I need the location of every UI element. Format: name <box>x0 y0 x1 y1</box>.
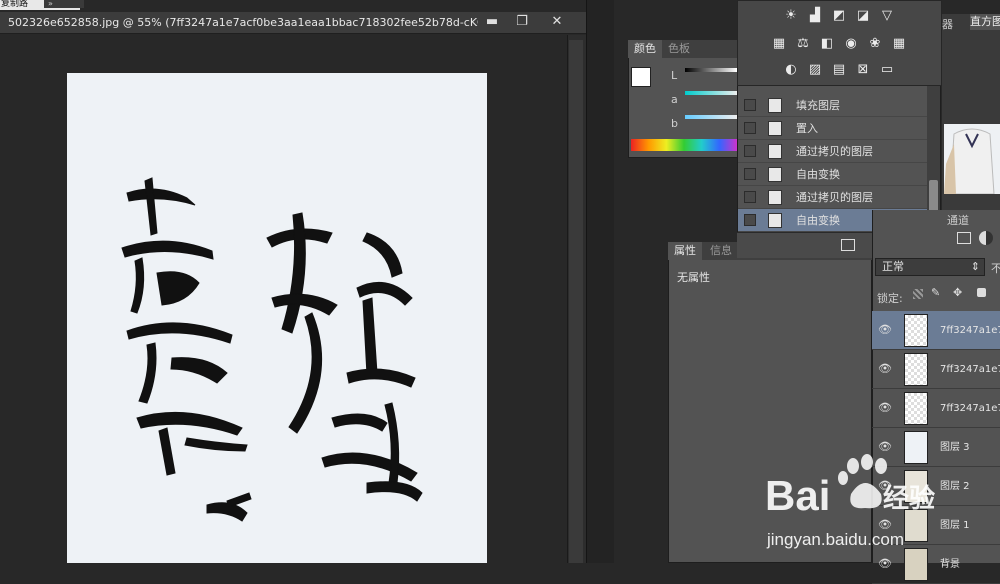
brightness-icon[interactable]: ☀ <box>782 9 800 23</box>
history-state-icon <box>768 190 782 205</box>
history-item[interactable]: 自由变换 <box>738 163 928 186</box>
watermark-brand-cn: 经验 <box>883 484 936 514</box>
history-item[interactable]: 置入 <box>738 117 928 140</box>
layer-name: 7ff3247a1e7acf <box>940 364 1000 375</box>
foreground-swatch[interactable] <box>631 67 651 87</box>
threshold-icon[interactable]: ▤ <box>830 63 848 77</box>
document-title: 502326e652858.jpg @ 55% (7ff3247a1e7acf0… <box>8 16 478 29</box>
layer-thumbnail <box>904 314 928 347</box>
history-checkbox[interactable] <box>744 191 756 203</box>
balance-icon[interactable]: ⚖ <box>794 37 812 51</box>
close-button[interactable]: ✕ <box>540 12 574 32</box>
visibility-eye-icon[interactable]: 👁 <box>878 362 892 376</box>
grid-lookup-icon[interactable]: ▦ <box>890 37 908 51</box>
history-checkbox[interactable] <box>744 122 756 134</box>
history-item-label: 置入 <box>796 122 818 135</box>
tab-info[interactable]: 信息 <box>704 242 738 260</box>
history-item[interactable]: 填充图层 <box>738 94 928 117</box>
history-checkbox[interactable] <box>744 145 756 157</box>
history-state-icon <box>768 121 782 136</box>
new-document-icon[interactable] <box>841 239 855 251</box>
b-slider[interactable] <box>685 115 737 119</box>
lock-move-icon[interactable]: ✥ <box>953 286 962 299</box>
tab-properties[interactable]: 属性 <box>668 242 702 260</box>
visibility-eye-icon[interactable]: 👁 <box>878 323 892 337</box>
history-item-label: 填充图层 <box>796 99 840 112</box>
opacity-label: 不 <box>991 262 1000 275</box>
a-slider[interactable] <box>685 91 737 95</box>
invert-icon[interactable]: ◐ <box>782 63 800 77</box>
history-item-label: 通过拷贝的图层 <box>796 145 873 158</box>
history-checkbox[interactable] <box>744 99 756 111</box>
person-thumbnail-icon <box>944 128 995 195</box>
layer-row[interactable]: 👁 7ff3247a1e7acf <box>872 389 1000 428</box>
color-panel-tabs: 颜色 色板 <box>628 40 740 58</box>
bw-icon[interactable]: ◧ <box>818 37 836 51</box>
lock-brush-icon[interactable]: ✎ <box>931 286 940 299</box>
baidu-watermark: Bai 经验 jingyan.baidu.com <box>765 452 1000 563</box>
layer-row[interactable]: 👁 7ff3247a1e7acf <box>872 311 1000 350</box>
history-item-label: 通过拷贝的图层 <box>796 191 873 204</box>
history-scrollbar-thumb[interactable] <box>929 180 938 214</box>
photo-filter-icon[interactable]: ◉ <box>842 37 860 51</box>
canvas-page[interactable] <box>67 73 487 563</box>
history-state-icon <box>768 144 782 159</box>
levels-icon[interactable]: ▟ <box>806 9 824 23</box>
history-state-icon <box>768 213 782 228</box>
adjustments-panel: ☀ ▟ ◩ ◪ ▽ ▦ ⚖ ◧ ◉ ❀ ▦ ◐ ▨ ▤ ⊠ ▭ <box>737 0 942 86</box>
tab-color[interactable]: 颜色 <box>628 40 662 58</box>
exposure-icon[interactable]: ◪ <box>854 9 872 23</box>
channel-mixer-icon[interactable]: ❀ <box>866 37 884 51</box>
watermark-brand: Bai <box>765 472 831 519</box>
channel-a-label: a <box>671 93 678 106</box>
lock-all-icon[interactable] <box>977 288 986 297</box>
tab-histogram[interactable]: 直方图 <box>970 14 1000 30</box>
color-ramp[interactable] <box>631 139 737 151</box>
blend-mode-select[interactable]: 正常 ⇕ <box>875 258 985 276</box>
tab-channels[interactable]: 通道 <box>947 212 969 228</box>
history-state-icon <box>768 167 782 182</box>
history-checkbox[interactable] <box>744 214 756 226</box>
tab-navigator[interactable]: 器 <box>942 16 953 32</box>
scrollbar-thumb[interactable] <box>569 40 583 563</box>
gradient-map-icon[interactable]: ▭ <box>878 63 896 77</box>
history-checkbox[interactable] <box>744 168 756 180</box>
posterize-icon[interactable]: ▨ <box>806 63 824 77</box>
image-icon[interactable] <box>957 232 971 244</box>
blend-mode-value: 正常 <box>882 260 904 273</box>
layer-thumbnail <box>904 353 928 386</box>
layer-name: 7ff3247a1e7acf <box>940 403 1000 414</box>
history-item[interactable]: 通过拷贝的图层 <box>738 140 928 163</box>
triangle-icon[interactable]: ▽ <box>878 9 896 23</box>
history-state-icon <box>768 98 782 113</box>
minimize-button[interactable]: ▬ <box>478 12 506 32</box>
history-item[interactable]: 通过拷贝的图层 <box>738 186 928 209</box>
layer-thumbnail <box>904 392 928 425</box>
channel-b-label: b <box>671 117 678 130</box>
tab-swatches[interactable]: 色板 <box>662 40 696 58</box>
l-slider[interactable] <box>685 68 737 72</box>
history-item-label: 自由变换 <box>796 168 840 181</box>
lock-transparency-icon[interactable] <box>913 289 923 299</box>
channel-l-label: L <box>671 69 678 82</box>
history-item-label: 自由变换 <box>796 214 840 227</box>
layer-name: 7ff3247a1e7acf <box>940 325 1000 336</box>
watermark-url: jingyan.baidu.com <box>767 530 905 549</box>
visibility-eye-icon[interactable]: 👁 <box>878 401 892 415</box>
panel-separator <box>586 0 614 563</box>
curves-icon[interactable]: ◩ <box>830 9 848 23</box>
adjustment-layer-icon[interactable] <box>979 231 993 245</box>
layer-row[interactable]: 👁 7ff3247a1e7acf <box>872 350 1000 389</box>
navigator-thumbnail[interactable] <box>944 124 1000 195</box>
chevron-down-icon: ⇕ <box>970 260 980 273</box>
lock-label: 锁定: <box>877 292 903 305</box>
no-properties-text: 无属性 <box>677 271 710 284</box>
vibrance-icon[interactable]: ▦ <box>770 37 788 51</box>
selective-color-icon[interactable]: ⊠ <box>854 63 872 77</box>
calligraphy-artwork <box>121 177 423 522</box>
restore-button[interactable]: ❐ <box>508 12 536 32</box>
top-strip-tab[interactable]: » <box>44 0 84 8</box>
